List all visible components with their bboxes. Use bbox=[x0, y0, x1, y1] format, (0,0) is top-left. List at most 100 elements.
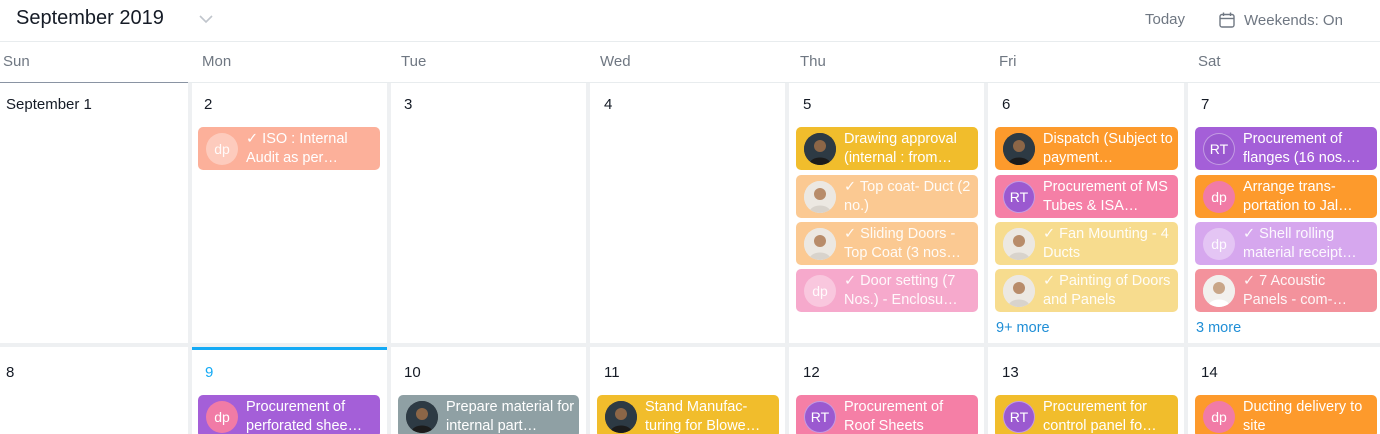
dow-sun: Sun bbox=[3, 53, 30, 70]
task-title: Arrange trans- portation to Jal… bbox=[1243, 179, 1353, 214]
column-divider bbox=[188, 347, 192, 434]
task-title: ✓ 7 Acoustic Panels - com-… bbox=[1243, 273, 1347, 308]
dow-mon: Mon bbox=[202, 53, 232, 70]
task-title: Procurement of MS Tubes & ISA… bbox=[1043, 179, 1168, 214]
day-number: 8 bbox=[6, 364, 15, 381]
column-divider bbox=[785, 347, 789, 434]
task-title: ✓ ISO : Internal Audit as per… bbox=[246, 131, 348, 166]
avatar bbox=[1003, 228, 1035, 260]
day-number: 7 bbox=[1201, 96, 1210, 113]
task-title: Dispatch (Subject to payment… bbox=[1043, 131, 1173, 166]
avatar bbox=[804, 181, 836, 213]
avatar bbox=[1003, 133, 1035, 165]
avatar bbox=[804, 133, 836, 165]
task-card[interactable]: RT Procurement of Roof Sheets bbox=[796, 395, 978, 434]
day-number: 12 bbox=[803, 364, 820, 381]
task-card[interactable]: Stand Manufac- turing for Blowe… bbox=[597, 395, 779, 434]
task-title: ✓ Painting of Doors and Panels bbox=[1043, 273, 1171, 308]
sunday-divider bbox=[0, 82, 188, 83]
avatar bbox=[605, 401, 637, 433]
column-divider bbox=[1184, 347, 1188, 434]
avatar: dp bbox=[1203, 401, 1235, 433]
task-card[interactable]: RT Procurement of MS Tubes & ISA… bbox=[995, 175, 1178, 218]
task-title: Stand Manufac- turing for Blowe… bbox=[645, 399, 761, 434]
weekends-toggle[interactable]: Weekends: On bbox=[1218, 9, 1343, 31]
day-number: 11 bbox=[604, 364, 620, 381]
task-card[interactable]: ✓ Painting of Doors and Panels bbox=[995, 269, 1178, 312]
task-card[interactable]: dp ✓ ISO : Internal Audit as per… bbox=[198, 127, 380, 170]
column-divider bbox=[984, 347, 988, 434]
day-number: 2 bbox=[204, 96, 213, 113]
column-divider bbox=[387, 347, 391, 434]
task-title: Prepare material for internal part… bbox=[446, 399, 575, 434]
avatar: dp bbox=[206, 133, 238, 165]
task-title: Ducting delivery to site bbox=[1243, 399, 1363, 434]
column-divider bbox=[188, 83, 192, 343]
calendar-header: September 2019 Today Weekends: On bbox=[0, 0, 1380, 42]
task-card[interactable]: dp Ducting delivery to site bbox=[1195, 395, 1377, 434]
task-card[interactable]: dp ✓ Door setting (7 Nos.) - Enclosu… bbox=[796, 269, 978, 312]
dow-tue: Tue bbox=[401, 53, 427, 70]
task-card[interactable]: ✓ Sliding Doors - Top Coat (3 nos… bbox=[796, 222, 978, 265]
avatar bbox=[1003, 275, 1035, 307]
day-number: 14 bbox=[1201, 364, 1218, 381]
avatar: RT bbox=[1203, 133, 1235, 165]
dow-sat: Sat bbox=[1198, 53, 1221, 70]
day-number: September 1 bbox=[6, 96, 92, 113]
task-title: ✓ Top coat- Duct (2 no.) bbox=[844, 179, 971, 214]
task-title: Procurement of perforated shee… bbox=[246, 399, 363, 434]
avatar: dp bbox=[1203, 181, 1235, 213]
avatar bbox=[406, 401, 438, 433]
day-number: 10 bbox=[404, 364, 421, 381]
day-number: 13 bbox=[1002, 364, 1019, 381]
column-divider bbox=[586, 347, 590, 434]
column-divider bbox=[586, 83, 590, 343]
avatar: RT bbox=[1003, 401, 1035, 433]
today-indicator bbox=[192, 347, 387, 350]
task-title: ✓ Door setting (7 Nos.) - Enclosu… bbox=[844, 273, 958, 308]
avatar bbox=[804, 228, 836, 260]
calendar-icon bbox=[1219, 12, 1235, 28]
task-card[interactable]: ✓ Fan Mounting - 4 Ducts bbox=[995, 222, 1178, 265]
chevron-down-icon[interactable] bbox=[196, 9, 216, 29]
task-title: Procurement of flanges (16 nos.… bbox=[1243, 131, 1361, 166]
day-number: 3 bbox=[404, 96, 413, 113]
task-card[interactable]: dp Procurement of perforated shee… bbox=[198, 395, 380, 434]
task-title: ✓ Fan Mounting - 4 Ducts bbox=[1043, 226, 1169, 261]
task-title: ✓ Sliding Doors - Top Coat (3 nos… bbox=[844, 226, 961, 261]
task-card[interactable]: ✓ 7 Acoustic Panels - com-… bbox=[1195, 269, 1377, 312]
task-title: Procurement of Roof Sheets bbox=[844, 399, 944, 434]
avatar: RT bbox=[804, 401, 836, 433]
task-card[interactable]: Drawing approval (internal : from… bbox=[796, 127, 978, 170]
day-of-week-row: Sun Mon Tue Wed Thu Fri Sat bbox=[0, 43, 1380, 83]
column-divider bbox=[785, 83, 789, 343]
avatar: RT bbox=[1003, 181, 1035, 213]
day-number: 5 bbox=[803, 96, 812, 113]
today-button[interactable]: Today bbox=[1145, 11, 1185, 28]
column-divider bbox=[1184, 83, 1188, 343]
task-card[interactable]: dp ✓ Shell rolling material receipt… bbox=[1195, 222, 1377, 265]
more-link[interactable]: 3 more bbox=[1196, 320, 1241, 336]
weekends-label: Weekends: On bbox=[1244, 11, 1343, 29]
avatar: dp bbox=[206, 401, 238, 433]
task-title: Procurement for control panel fo… bbox=[1043, 399, 1157, 434]
column-divider bbox=[984, 83, 988, 343]
avatar: dp bbox=[804, 275, 836, 307]
day-number-today: 9 bbox=[205, 364, 214, 381]
more-link[interactable]: 9+ more bbox=[996, 320, 1050, 336]
day-number: 6 bbox=[1002, 96, 1011, 113]
task-card[interactable]: dp Arrange trans- portation to Jal… bbox=[1195, 175, 1377, 218]
task-title: Drawing approval (internal : from… bbox=[844, 131, 957, 166]
column-divider bbox=[387, 83, 391, 343]
avatar: dp bbox=[1203, 228, 1235, 260]
dow-fri: Fri bbox=[999, 53, 1017, 70]
task-card[interactable]: Prepare material for internal part… bbox=[398, 395, 579, 434]
dow-thu: Thu bbox=[800, 53, 826, 70]
task-card[interactable]: RT Procurement for control panel fo… bbox=[995, 395, 1178, 434]
task-card[interactable]: ✓ Top coat- Duct (2 no.) bbox=[796, 175, 978, 218]
task-card[interactable]: RT Procurement of flanges (16 nos.… bbox=[1195, 127, 1377, 170]
task-title: ✓ Shell rolling material receipt… bbox=[1243, 226, 1357, 261]
avatar bbox=[1203, 275, 1235, 307]
day-number: 4 bbox=[604, 96, 613, 113]
task-card[interactable]: Dispatch (Subject to payment… bbox=[995, 127, 1178, 170]
